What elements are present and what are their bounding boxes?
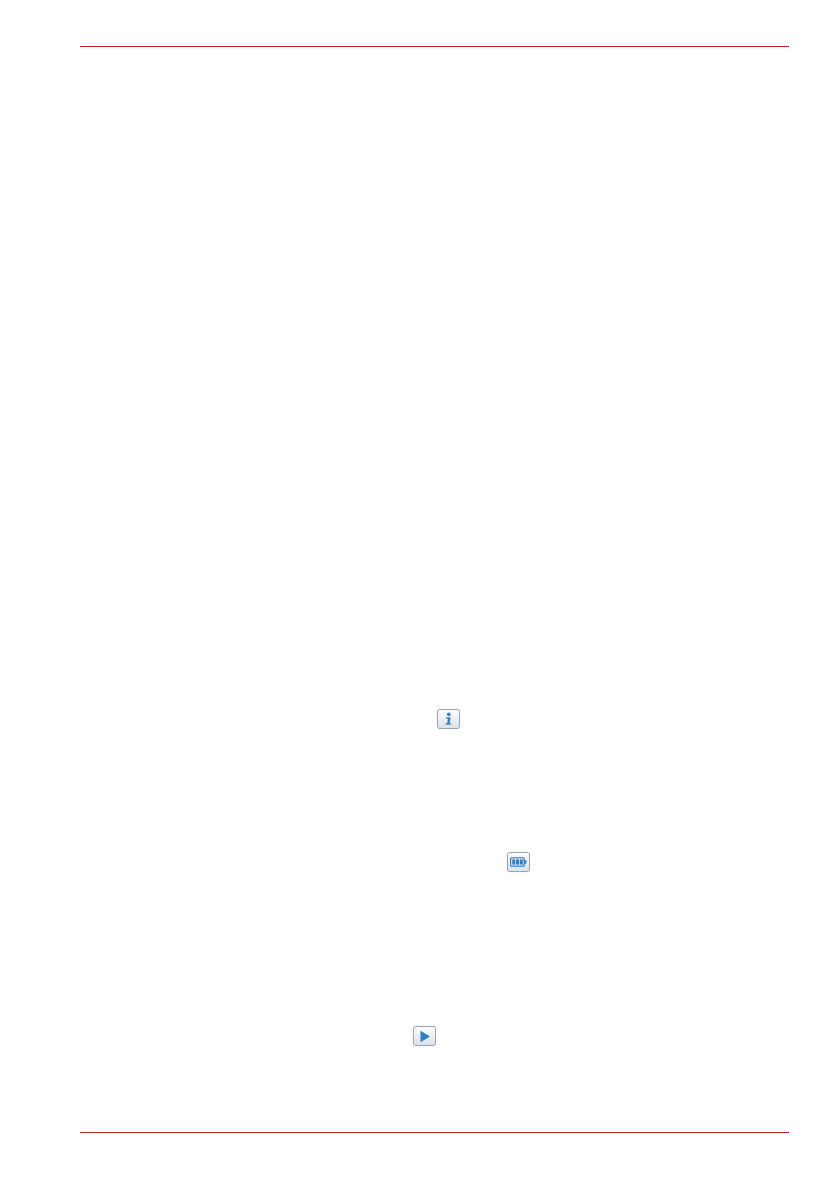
play-glyph xyxy=(420,1030,430,1042)
info-icon[interactable] xyxy=(437,709,460,729)
header-rule xyxy=(80,46,789,47)
battery-glyph xyxy=(510,857,527,867)
battery-icon[interactable] xyxy=(507,852,530,872)
footer-rule xyxy=(80,1132,789,1133)
play-icon[interactable] xyxy=(413,1026,436,1046)
info-glyph xyxy=(445,712,452,725)
